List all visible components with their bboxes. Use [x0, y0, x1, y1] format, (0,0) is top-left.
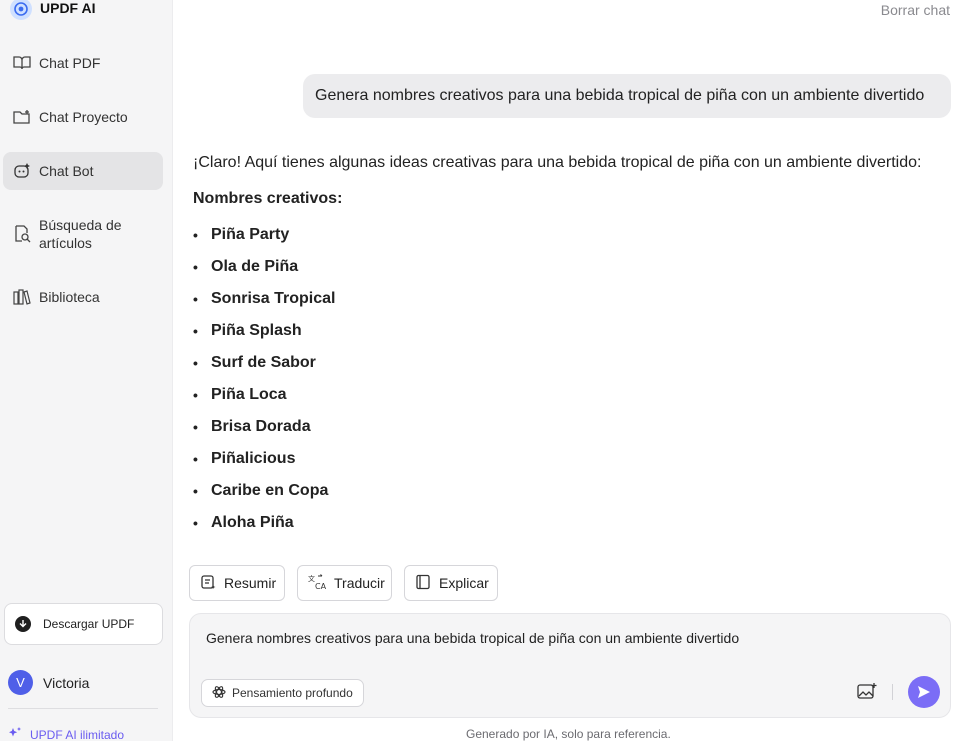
summarize-button[interactable]: Resumir	[189, 565, 285, 601]
book-open-icon	[13, 54, 31, 72]
list-item: • Sonrisa Tropical	[193, 290, 336, 307]
send-icon	[918, 686, 930, 698]
download-icon	[15, 616, 31, 632]
translate-label: Traducir	[334, 575, 385, 591]
translate-button[interactable]: 文 CA Traducir	[297, 565, 392, 601]
app-title: UPDF AI	[40, 0, 96, 16]
image-upload-button[interactable]	[856, 680, 878, 702]
list-item: • Aloha Piña	[193, 514, 294, 531]
clear-chat-button[interactable]: Borrar chat	[881, 2, 950, 18]
send-button[interactable]	[908, 676, 940, 708]
sidebar-item-chat-pdf[interactable]: Chat PDF	[3, 44, 163, 82]
sidebar-item-label: Chat Proyecto	[39, 109, 128, 125]
book-icon	[415, 574, 431, 593]
divider	[8, 708, 158, 709]
sidebar-item-label: Búsqueda de artículos	[39, 217, 122, 251]
user-profile[interactable]: V Victoria	[8, 670, 89, 695]
avatar: V	[8, 670, 33, 695]
list-item: • Piña Loca	[193, 386, 287, 403]
user-message: Genera nombres creativos para una bebida…	[303, 74, 951, 118]
list-item: • Ola de Piña	[193, 258, 299, 275]
updf-logo-icon	[10, 0, 32, 20]
image-add-icon	[857, 683, 877, 699]
reply-intro: ¡Claro! Aquí tienes algunas ideas creati…	[193, 154, 922, 171]
bot-icon	[13, 162, 31, 180]
list-item: • Surf de Sabor	[193, 354, 316, 371]
list-item: • Piña Party	[193, 226, 290, 243]
folder-add-icon	[13, 108, 31, 126]
message-input[interactable]: Genera nombres creativos para una bebida…	[206, 630, 739, 646]
reply-heading: Nombres creativos:	[193, 190, 343, 207]
reply-list: • Piña Party • Ola de Piña • Sonrisa Tropic…	[193, 226, 335, 546]
download-label: Descargar UPDF	[43, 617, 135, 631]
sidebar-item-busqueda-articulos[interactable]: Búsqueda de artículos	[3, 209, 163, 259]
list-item: • Brisa Dorada	[193, 418, 311, 435]
sidebar-item-biblioteca[interactable]: Biblioteca	[3, 278, 163, 316]
deep-think-toggle[interactable]: Pensamiento profundo	[201, 679, 364, 707]
user-name: Victoria	[43, 674, 90, 691]
ai-disclaimer: Generado por IA, solo para referencia.	[466, 727, 671, 741]
summarize-label: Resumir	[224, 575, 277, 591]
deep-think-label: Pensamiento profundo	[232, 686, 353, 700]
explain-button[interactable]: Explicar	[404, 565, 498, 601]
library-icon	[13, 288, 31, 306]
list-item: • Caribe en Copa	[193, 482, 329, 499]
explain-label: Explicar	[439, 575, 489, 591]
doc-search-icon	[13, 225, 31, 243]
svg-text:CA: CA	[315, 582, 326, 590]
sidebar: UPDF AI Chat PDF Chat Proyecto Chat Bot …	[0, 0, 173, 741]
divider	[892, 684, 893, 700]
upgrade-label: UPDF AI ilimitado	[30, 727, 125, 741]
list-item: • Piñalicious	[193, 450, 296, 467]
sidebar-item-chat-proyecto[interactable]: Chat Proyecto	[3, 98, 163, 136]
message-composer[interactable]: Genera nombres creativos para una bebida…	[189, 613, 951, 718]
upgrade-link[interactable]: UPDF AI ilimitado	[8, 726, 124, 741]
translate-icon: 文 CA	[308, 574, 327, 593]
sidebar-item-label: Biblioteca	[39, 289, 100, 305]
summarize-icon	[200, 574, 216, 593]
download-updf-button[interactable]: Descargar UPDF	[4, 603, 163, 645]
brand: UPDF AI	[10, 0, 95, 22]
svg-text:文: 文	[308, 574, 315, 583]
sidebar-item-label: Chat Bot	[39, 163, 94, 179]
sidebar-item-chat-bot[interactable]: Chat Bot	[3, 152, 163, 190]
atom-icon	[212, 685, 226, 702]
sparkle-icon	[8, 726, 22, 741]
sidebar-item-label: Chat PDF	[39, 55, 101, 71]
list-item: • Piña Splash	[193, 322, 302, 339]
